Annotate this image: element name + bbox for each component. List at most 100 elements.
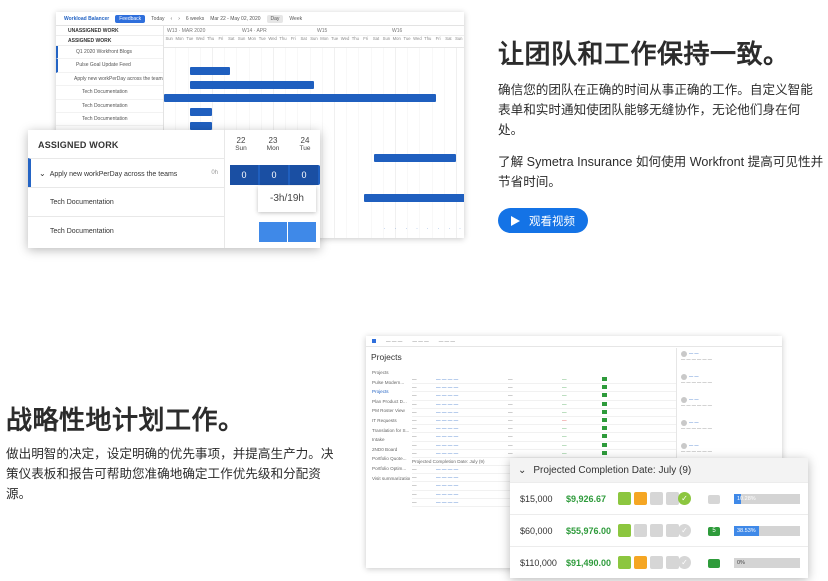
status-block [650,524,663,537]
logo-icon [372,339,376,343]
popup-rows: ⌄ Apply new workPerDay across the teams 0… [28,158,224,248]
progress-label: 38.53% [737,528,756,534]
budget-row[interactable]: $60,000 $55,976.00 ✓ 5 38.53% [510,514,808,546]
comment[interactable]: — — — — — — — — [681,397,774,417]
day-column: 23 Mon [257,130,289,158]
list-item[interactable]: Tech Documentation [56,100,163,113]
table-row[interactable]: — — — — — — — [412,384,682,393]
budget-value: $15,000 [520,494,553,504]
list-item[interactable]: Apply new workPerDay across the teams [56,73,163,87]
next-icon[interactable]: › [178,16,180,22]
table-row[interactable]: — — — — — — — [412,450,682,458]
date-range[interactable]: Mar 22 - May 02, 2020 [210,16,260,22]
popup-task-row[interactable]: Tech Documentation [28,216,224,245]
table-row[interactable]: — — — — — — — [412,433,682,442]
comment[interactable]: — — — — — — — — [681,420,774,440]
sidebar-item[interactable]: 2ND0 Board [366,447,410,457]
check-circle-icon: ✓ [678,492,691,505]
status-badge: 5 [708,527,720,536]
chevron-down-icon[interactable]: ⌄ [518,465,526,476]
task-hours: 0h [211,170,218,176]
table-row[interactable]: — — — — — — — [412,376,682,385]
day-tick: Thu [351,36,359,41]
day-column: 22 Sun [225,130,257,158]
week-headers: W13 · MAR 2020 W14 · APR W15 W16 [164,26,464,36]
day-tick: Mon [175,36,184,41]
table-row[interactable]: — — — — — — — [412,417,682,426]
nav-placeholder[interactable]: — — — [412,339,428,344]
work-bar[interactable] [190,81,314,89]
table-row[interactable]: — — — — — — — [412,409,682,417]
sidebar-item[interactable]: Plan Product D... [366,399,410,409]
avatar [681,397,687,403]
allocation-block[interactable] [259,222,287,242]
page-title: Projects [371,352,402,362]
day-tick: Tue [331,36,339,41]
group-label: Projected Completion Date: July (9) [412,458,485,464]
comment[interactable]: — — — — — — — — [681,374,774,394]
table-row[interactable]: — — — — — — — [412,392,682,401]
work-bar[interactable] [364,194,464,202]
budget-row[interactable]: $15,000 $9,926.67 ✓ 10.28% [510,482,808,514]
nav-placeholder[interactable]: — — — [386,339,402,344]
check-circle-icon: ✓ [678,524,691,537]
allocation-block[interactable] [288,222,316,242]
range-selector[interactable]: 6 weeks [186,16,204,22]
sidebar-item[interactable]: Translation for S... [366,428,410,438]
status-block [618,524,631,537]
nav-placeholder[interactable]: — — — [439,339,455,344]
day-number: 24 [300,136,310,145]
day-tick: Fri [363,36,369,41]
list-item[interactable]: Q1 2020 Workfront Blogs [56,46,163,60]
section-title: 战略性地计划工作。 [6,405,245,435]
allocation-cell[interactable]: 0 [230,165,258,185]
list-item[interactable]: Pulse Goal Update Feed [56,59,163,73]
day-toggle[interactable]: Day [266,14,284,23]
day-name: Tue [299,145,311,152]
allocation-cell[interactable]: 0 [290,165,318,185]
list-item[interactable]: Tech Documentation [56,113,163,127]
sidebar-item[interactable]: Portfolio Quote... [366,456,410,466]
day-tick: Sat [372,36,380,41]
popup-task-row[interactable]: ⌄ Apply new workPerDay across the teams 0… [28,158,224,187]
sidebar-item[interactable]: Pulse Modern... [366,380,410,390]
projects-sidebar: Projects Pulse Modern... Projects Plan P… [366,370,410,485]
avatar [681,351,687,357]
table-row[interactable]: — — — — — — — [412,401,682,409]
list-item[interactable]: Tech Documentation [56,86,163,100]
allocation-cell[interactable]: 0 [260,165,288,185]
today-button[interactable]: Today [151,16,164,22]
assigned-header[interactable]: ASSIGNED WORK [56,36,163,46]
chevron-down-icon[interactable]: ⌄ [39,169,46,178]
work-bar[interactable] [190,67,230,75]
sidebar-item[interactable]: Visit summarization [366,476,410,486]
table-row[interactable]: — — — — — — — [412,425,682,434]
work-bar[interactable] [190,108,212,116]
work-bar[interactable] [190,122,212,130]
status-block [650,492,663,505]
sidebar-item[interactable]: PM Roster View [366,408,410,418]
work-bar[interactable] [374,154,456,162]
prev-icon[interactable]: ‹ [171,16,173,22]
check-circle-icon: ✓ [678,556,691,569]
week-toggle[interactable]: Week [289,16,302,22]
comment[interactable]: — — — — — — — — [681,351,774,371]
week-label: W13 · MAR 2020 [167,28,206,34]
popup-task-row[interactable]: Tech Documentation [28,187,224,216]
day-tick: Wed [268,36,277,41]
sidebar-item[interactable]: Portfolio Optim... [366,466,410,476]
sidebar-item[interactable]: Projects [366,370,410,380]
budget-row[interactable]: $110,000 $91,490.00 ✓ 0% [510,546,808,578]
budget-value: $60,000 [520,526,553,536]
feedback-button[interactable]: Feedback [115,14,146,23]
sidebar-item[interactable]: Projects [366,389,410,399]
watch-video-button[interactable]: 观看视频 [498,208,588,233]
table-row[interactable]: — — — — — — — [412,442,682,450]
unassigned-header[interactable]: UNASSIGNED WORK [56,26,163,36]
day-tick: Sun [455,36,463,41]
view-selector[interactable]: Workload Balancer [64,16,109,22]
sidebar-item[interactable]: IT Requests [366,418,410,428]
work-bar[interactable] [164,94,436,102]
sidebar-item[interactable]: Intake [366,437,410,447]
card-header[interactable]: ⌄ Projected Completion Date: July (9) [510,458,808,482]
